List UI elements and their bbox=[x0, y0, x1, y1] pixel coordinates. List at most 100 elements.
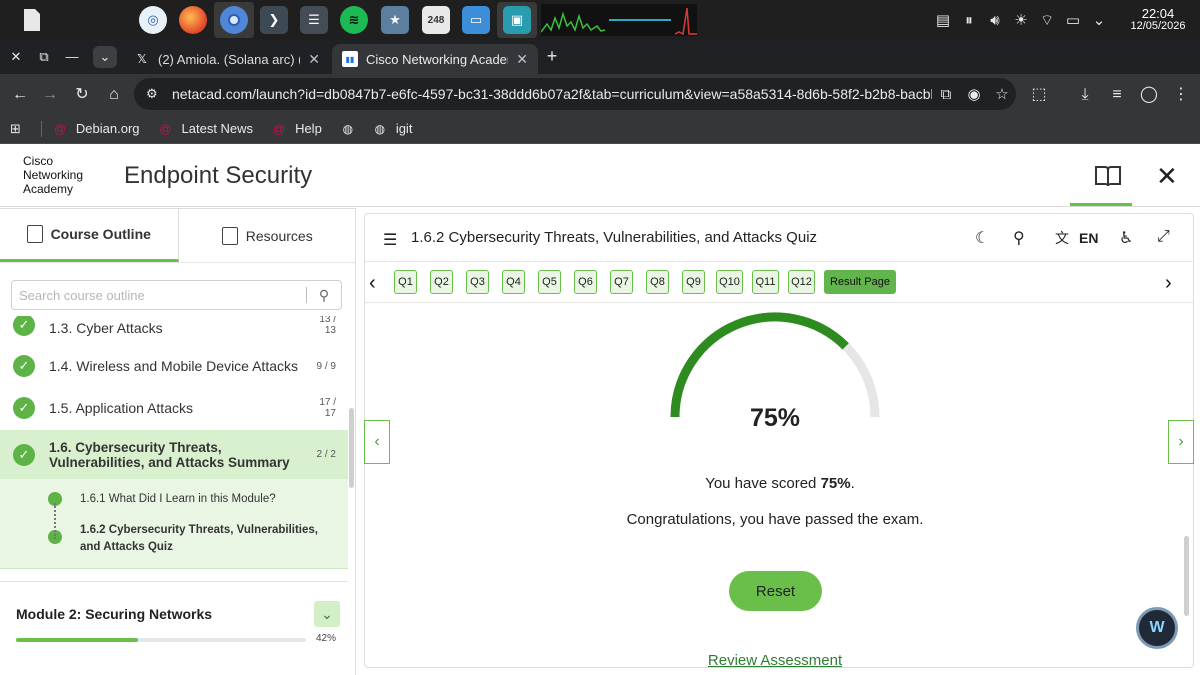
question-button-q3[interactable]: Q3 bbox=[466, 270, 489, 294]
cisco-logo[interactable]: Cisco Networking Academy bbox=[23, 154, 83, 196]
reset-button[interactable]: Reset bbox=[729, 571, 822, 611]
fullscreen-icon[interactable]: ⤢ bbox=[1157, 228, 1170, 246]
question-button-q12[interactable]: Q12 bbox=[788, 270, 815, 294]
question-button-q9[interactable]: Q9 bbox=[682, 270, 705, 294]
tracking-protection-icon[interactable]: ◉ bbox=[960, 85, 988, 103]
extensions-icon[interactable]: ⬚ bbox=[1028, 84, 1050, 106]
sidebar-tabs: Course Outline Resources bbox=[0, 208, 355, 263]
files-icon[interactable]: ▭ bbox=[462, 6, 490, 34]
close-tab-icon[interactable]: ✕ bbox=[308, 51, 320, 68]
question-button-q11[interactable]: Q11 bbox=[752, 270, 779, 294]
minimize-window-icon[interactable]: — bbox=[62, 49, 82, 64]
close-window-icon[interactable]: ✕ bbox=[6, 49, 26, 65]
restore-window-icon[interactable]: ⧉ bbox=[34, 49, 54, 65]
address-bar[interactable]: ⚙ netacad.com/launch?id=db0847b7-e6fc-45… bbox=[134, 78, 1016, 110]
system-monitor-graph[interactable] bbox=[540, 4, 697, 36]
question-button-q4[interactable]: Q4 bbox=[502, 270, 525, 294]
chevron-down-icon[interactable]: ⌄ bbox=[314, 601, 340, 627]
bookmark-globe[interactable]: ◍ bbox=[340, 121, 364, 137]
tab-netacad[interactable]: ▮▮ Cisco Networking Academy ✕ bbox=[332, 44, 538, 74]
clock[interactable]: 22:04 12/05/2026 bbox=[1116, 7, 1200, 32]
tray-chevron-icon[interactable]: ⌄ bbox=[1086, 7, 1112, 33]
bookmark-debian[interactable]: @ Debian.org bbox=[52, 121, 140, 137]
sub-item[interactable]: 1.6.1 What Did I Learn in this Module? bbox=[48, 491, 276, 508]
accessibility-icon[interactable]: ♿︎ bbox=[1119, 228, 1133, 248]
starred-icon[interactable]: ★ bbox=[381, 6, 409, 34]
search-icon[interactable]: ⚲ bbox=[1013, 228, 1025, 248]
profile-icon[interactable]: ◯ bbox=[1138, 84, 1160, 106]
sidebar-scrollbar[interactable] bbox=[349, 408, 354, 488]
outline-item-label: 1.4. Wireless and Mobile Device Attacks bbox=[49, 358, 298, 374]
bookmark-help[interactable]: @ Help bbox=[271, 121, 322, 137]
question-button-q2[interactable]: Q2 bbox=[430, 270, 453, 294]
apps-grid-icon[interactable]: ⊞ bbox=[10, 121, 21, 137]
tab-twitter[interactable]: 𝕏 (2) Amiola. (Solana arc) (@A ✕ bbox=[124, 44, 330, 74]
site-info-icon[interactable]: ⚙ bbox=[146, 86, 168, 102]
terminal-icon[interactable]: ❯ bbox=[260, 6, 288, 34]
tab-resources[interactable]: Resources bbox=[178, 208, 355, 262]
bookmark-star-icon[interactable]: ☆ bbox=[988, 85, 1016, 103]
clipboard-icon[interactable]: ▤ bbox=[930, 7, 956, 33]
sub-item-current[interactable]: 1.6.2 Cybersecurity Threats, Vulnerabili… bbox=[48, 522, 338, 556]
translate-icon[interactable]: 文 bbox=[1055, 228, 1069, 248]
home-icon[interactable]: ⌂ bbox=[103, 84, 125, 106]
bookmark-latest-news[interactable]: @ Latest News bbox=[158, 121, 253, 137]
media-icon[interactable]: ≡ bbox=[1106, 84, 1128, 106]
outline-search: ⚲ bbox=[11, 280, 342, 310]
wifi-icon[interactable]: ⌔ bbox=[1034, 7, 1060, 33]
outline-item-current[interactable]: ✓ 1.6. Cybersecurity Threats, Vulnerabil… bbox=[0, 430, 348, 479]
chat-assistant-icon[interactable]: W bbox=[1136, 607, 1178, 649]
pause-icon[interactable]: ⏸ bbox=[956, 7, 982, 33]
outline-item[interactable]: ✓ 1.5. Application Attacks 17 / 17 bbox=[0, 388, 348, 428]
download-icon[interactable]: ⤓ bbox=[1074, 84, 1096, 106]
outline-item[interactable]: ✓ 1.3. Cyber Attacks 13 / 13 bbox=[0, 316, 348, 336]
chromium-icon[interactable] bbox=[220, 6, 248, 34]
question-button-q8[interactable]: Q8 bbox=[646, 270, 669, 294]
close-icon[interactable]: ✕ bbox=[1156, 163, 1178, 189]
book-icon[interactable] bbox=[1094, 163, 1122, 189]
url-text[interactable]: netacad.com/launch?id=db0847b7-e6fc-4597… bbox=[172, 86, 932, 102]
question-button-q1[interactable]: Q1 bbox=[394, 270, 417, 294]
spotify-icon[interactable]: ≋ bbox=[340, 6, 368, 34]
chevron-left-icon[interactable]: ‹ bbox=[369, 272, 376, 295]
language-selector[interactable]: EN bbox=[1079, 230, 1098, 246]
previous-page-button[interactable]: ‹ bbox=[364, 420, 390, 464]
question-button-q10[interactable]: Q10 bbox=[716, 270, 743, 294]
reload-icon[interactable]: ↻ bbox=[71, 84, 93, 106]
document-icon bbox=[221, 226, 238, 245]
file-icon[interactable] bbox=[18, 6, 46, 34]
chevron-right-icon[interactable]: › bbox=[1165, 272, 1172, 295]
screenshot-icon[interactable]: ▣ bbox=[503, 6, 531, 34]
search-input[interactable] bbox=[12, 281, 306, 309]
new-tab-button[interactable]: + bbox=[542, 46, 562, 67]
question-button-q5[interactable]: Q5 bbox=[538, 270, 561, 294]
search-icon[interactable]: ⚲ bbox=[307, 287, 341, 304]
tab-search-icon[interactable]: ⌄ bbox=[93, 46, 117, 68]
collapse-menu-icon[interactable]: ☰ bbox=[383, 230, 397, 250]
outline-item[interactable]: ✓ 1.4. Wireless and Mobile Device Attack… bbox=[0, 346, 348, 386]
calculator-icon[interactable]: 248 bbox=[422, 6, 450, 34]
review-assessment-link[interactable]: Review Assessment bbox=[365, 652, 1185, 667]
question-button-q7[interactable]: Q7 bbox=[610, 270, 633, 294]
check-icon: ✓ bbox=[13, 355, 35, 377]
volume-icon[interactable]: 🔊︎ bbox=[982, 7, 1008, 33]
firefox-icon[interactable] bbox=[179, 6, 207, 34]
module-2-card[interactable]: Module 2: Securing Networks ⌄ 42% bbox=[0, 581, 348, 665]
content-scrollbar[interactable] bbox=[1184, 536, 1189, 616]
install-app-icon[interactable]: ⧉ bbox=[932, 86, 960, 103]
sub-item-label: 1.6.2 Cybersecurity Threats, Vulnerabili… bbox=[80, 524, 318, 553]
result-page-button[interactable]: Result Page bbox=[824, 270, 896, 294]
vlc-icon[interactable]: ◎ bbox=[139, 6, 167, 34]
brightness-icon[interactable]: ☀ bbox=[1008, 7, 1034, 33]
menu-dots-icon[interactable]: ⋮ bbox=[1170, 84, 1192, 106]
question-button-q6[interactable]: Q6 bbox=[574, 270, 597, 294]
forward-icon[interactable]: → bbox=[39, 84, 61, 106]
settings-icon[interactable]: ☰ bbox=[300, 6, 328, 34]
dark-mode-icon[interactable]: ☾ bbox=[975, 228, 989, 248]
tab-course-outline[interactable]: Course Outline bbox=[0, 208, 179, 262]
battery-icon[interactable]: ▭ bbox=[1060, 7, 1086, 33]
bookmark-igit[interactable]: ◍ igit bbox=[372, 121, 413, 137]
back-icon[interactable]: ← bbox=[9, 84, 31, 106]
next-page-button[interactable]: › bbox=[1168, 420, 1194, 464]
close-tab-icon[interactable]: ✕ bbox=[516, 51, 528, 68]
